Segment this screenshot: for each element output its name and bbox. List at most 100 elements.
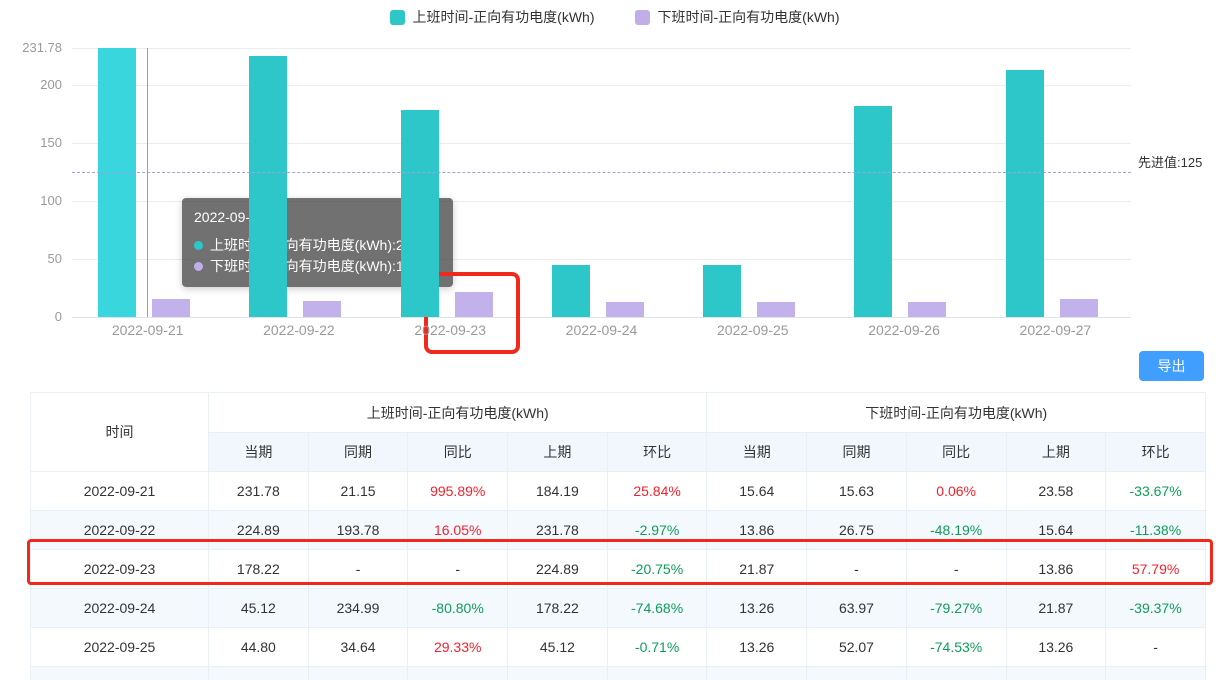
data-cell: 0.06%: [906, 472, 1006, 511]
data-cell: 234.99: [308, 589, 408, 628]
column-header-环比: 环比: [607, 433, 707, 472]
bar-series1-2022-09-26[interactable]: [854, 106, 892, 317]
bar-series2-2022-09-27[interactable]: [1060, 299, 1098, 317]
data-cell: 16.05%: [408, 511, 508, 550]
data-cell: 193.78: [308, 511, 408, 550]
data-cell: 178.22: [209, 550, 309, 589]
x-axis-label: 2022-09-24: [526, 322, 677, 338]
data-cell: 21.15: [308, 472, 408, 511]
gridline: [72, 317, 1131, 318]
legend-item-1[interactable]: 上班时间-正向有功电度(kWh): [390, 7, 595, 27]
table-row-2022-09-26: 2022-09-26181.70148.1822.62%44.80305.58%…: [31, 667, 1206, 680]
bar-series2-2022-09-26[interactable]: [908, 302, 946, 317]
y-axis-tick-label: 231.78: [0, 40, 62, 55]
column-group-work-hours: 上班时间-正向有功电度(kWh): [209, 393, 707, 433]
data-cell: 45.12: [209, 589, 309, 628]
legend-swatch-icon: [390, 10, 405, 25]
row-date: 2022-09-25: [31, 628, 209, 667]
axis-pointer-line: [147, 48, 148, 317]
data-cell: 15.64: [707, 472, 807, 511]
data-cell: -79.27%: [906, 589, 1006, 628]
data-cell: -2.97%: [607, 511, 707, 550]
data-cell: -45.02%: [906, 667, 1006, 680]
export-button[interactable]: 导出: [1139, 351, 1204, 381]
legend-label: 上班时间-正向有功电度(kWh): [413, 7, 595, 27]
bar-series1-2022-09-23[interactable]: [401, 110, 439, 317]
y-axis-tick-label: 0: [0, 309, 62, 324]
y-axis-tick-label: 200: [0, 77, 62, 92]
data-cell: -: [408, 550, 508, 589]
table-row-2022-09-22: 2022-09-22224.89193.7816.05%231.78-2.97%…: [31, 511, 1206, 550]
data-cell: -74.68%: [607, 589, 707, 628]
row-date: 2022-09-22: [31, 511, 209, 550]
bar-series2-2022-09-21[interactable]: [152, 299, 190, 317]
data-cell: 148.18: [308, 667, 408, 680]
data-cell: 231.78: [209, 472, 309, 511]
column-header-上期: 上期: [1006, 433, 1106, 472]
data-cell: 224.89: [508, 550, 608, 589]
series-dot-icon: [194, 262, 203, 271]
data-cell: 15.64: [1006, 511, 1106, 550]
data-cell: -48.19%: [906, 511, 1006, 550]
column-header-同期: 同期: [308, 433, 408, 472]
data-cell: 13.26: [707, 589, 807, 628]
data-cell: 24.08: [807, 667, 907, 680]
data-cell: -: [807, 550, 907, 589]
data-cell: 13.26: [707, 628, 807, 667]
data-cell: 34.64: [308, 628, 408, 667]
data-cell: 13.26: [1006, 667, 1106, 680]
data-cell: 181.70: [209, 667, 309, 680]
y-axis-tick-label: 50: [0, 251, 62, 266]
data-cell: -80.80%: [408, 589, 508, 628]
bar-series1-2022-09-22[interactable]: [249, 56, 287, 317]
report-table: 时间 上班时间-正向有功电度(kWh) 下班时间-正向有功电度(kWh) 当期同…: [30, 392, 1206, 680]
data-cell: 995.89%: [408, 472, 508, 511]
column-header-同比: 同比: [408, 433, 508, 472]
data-cell: -74.53%: [906, 628, 1006, 667]
chart-legend: 上班时间-正向有功电度(kWh) 下班时间-正向有功电度(kWh): [0, 7, 1229, 27]
x-axis-label: 2022-09-21: [72, 322, 223, 338]
x-axis-label: 2022-09-23: [375, 322, 526, 338]
bar-series2-2022-09-25[interactable]: [757, 302, 795, 317]
data-cell: -: [1106, 628, 1206, 667]
data-cell: 44.80: [508, 667, 608, 680]
data-cell: -0.15%: [1106, 667, 1206, 680]
bar-series2-2022-09-23[interactable]: [455, 292, 493, 317]
data-cell: -33.67%: [1106, 472, 1206, 511]
bar-series2-2022-09-22[interactable]: [303, 301, 341, 317]
gridline: [72, 143, 1131, 144]
legend-swatch-icon: [635, 10, 650, 25]
data-cell: 52.07: [807, 628, 907, 667]
gridline: [72, 48, 1131, 49]
legend-item-2[interactable]: 下班时间-正向有功电度(kWh): [635, 7, 840, 27]
data-cell: 231.78: [508, 511, 608, 550]
data-cell: 26.75: [807, 511, 907, 550]
data-cell: 21.87: [1006, 589, 1106, 628]
data-cell: 13.24: [707, 667, 807, 680]
data-cell: 44.80: [209, 628, 309, 667]
column-header-环比: 环比: [1106, 433, 1206, 472]
bar-series1-2022-09-24[interactable]: [552, 265, 590, 317]
table-row-2022-09-21: 2022-09-21231.7821.15995.89%184.1925.84%…: [31, 472, 1206, 511]
data-cell: 63.97: [807, 589, 907, 628]
row-date: 2022-09-23: [31, 550, 209, 589]
x-axis-label: 2022-09-26: [828, 322, 979, 338]
data-cell: -11.38%: [1106, 511, 1206, 550]
column-header-time: 时间: [31, 393, 209, 472]
data-cell: -0.71%: [607, 628, 707, 667]
row-date: 2022-09-24: [31, 589, 209, 628]
bar-series2-2022-09-24[interactable]: [606, 302, 644, 317]
data-cell: 29.33%: [408, 628, 508, 667]
bar-series1-2022-09-25[interactable]: [703, 265, 741, 317]
x-axis-label: 2022-09-25: [677, 322, 828, 338]
data-cell: 305.58%: [607, 667, 707, 680]
data-cell: 224.89: [209, 511, 309, 550]
data-cell: 21.87: [707, 550, 807, 589]
data-cell: 13.26: [1006, 628, 1106, 667]
series-dot-icon: [194, 241, 203, 250]
bar-series1-2022-09-27[interactable]: [1006, 70, 1044, 317]
bar-series1-2022-09-21[interactable]: [98, 48, 136, 317]
table-row-2022-09-24: 2022-09-2445.12234.99-80.80%178.22-74.68…: [31, 589, 1206, 628]
data-cell: 45.12: [508, 628, 608, 667]
gridline: [72, 85, 1131, 86]
